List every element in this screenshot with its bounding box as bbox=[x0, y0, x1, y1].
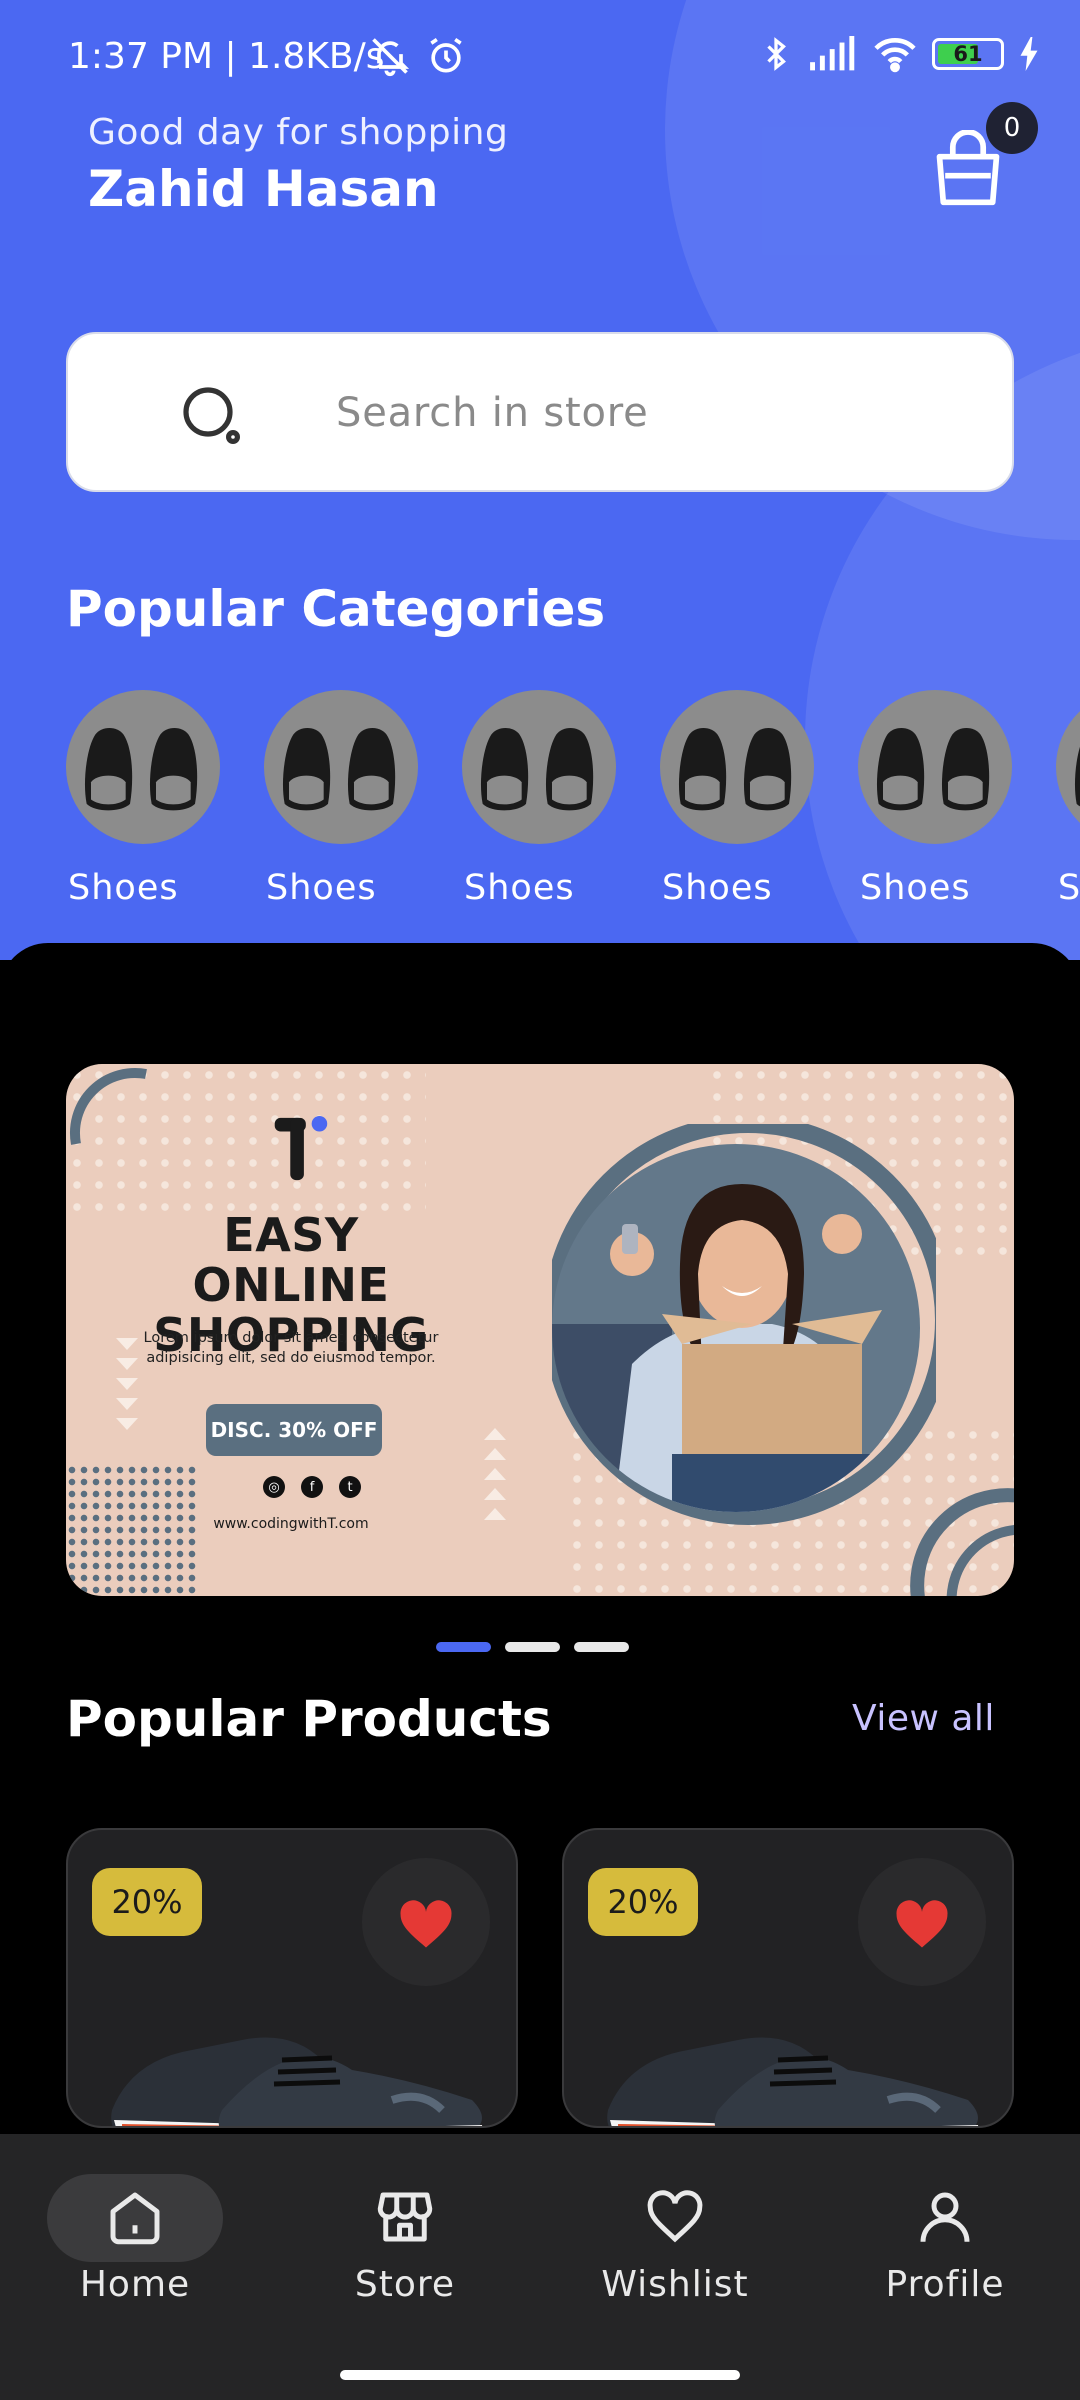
search-icon bbox=[183, 387, 240, 444]
product-card[interactable]: 20% bbox=[66, 1828, 518, 2128]
home-indicator-bar[interactable] bbox=[340, 2370, 740, 2380]
user-name: Zahid Hasan bbox=[88, 160, 439, 218]
category-item[interactable]: Shoes bbox=[66, 690, 226, 920]
banner-discount-button[interactable]: DISC. 30% OFF bbox=[206, 1404, 382, 1456]
product-card[interactable]: 20% bbox=[562, 1828, 1014, 2128]
status-bar: 1:37 PM | 1.8KB/s 61 bbox=[0, 0, 1080, 118]
category-item[interactable]: Shoes bbox=[858, 690, 1018, 920]
page-indicator[interactable] bbox=[505, 1642, 560, 1652]
cart-count-badge: 0 bbox=[986, 102, 1038, 154]
nav-wishlist[interactable]: Wishlist bbox=[565, 2184, 785, 2334]
banner-url: www.codingwithT.com bbox=[213, 1516, 369, 1532]
wifi-icon bbox=[874, 38, 916, 73]
category-item[interactable]: Shoes bbox=[264, 690, 424, 920]
decorative-arc bbox=[66, 1064, 147, 1145]
signal-icon bbox=[810, 36, 855, 71]
view-all-link[interactable]: View all bbox=[852, 1698, 995, 1739]
sneaker-image bbox=[607, 2037, 979, 2126]
nav-label: Wishlist bbox=[601, 2264, 749, 2305]
promo-banner[interactable]: EASY ONLINE SHOPPING Lorem ipsum dolor s… bbox=[66, 1064, 1014, 1596]
social-links: ◎ f t bbox=[263, 1476, 361, 1498]
products-title: Popular Products bbox=[66, 1690, 552, 1748]
shopping-woman-image bbox=[552, 1124, 936, 1525]
search-bar[interactable]: Search in store bbox=[66, 332, 1014, 492]
status-time: 1:37 PM | 1.8KB/s bbox=[68, 36, 385, 77]
category-label: Shoes bbox=[860, 868, 971, 908]
decorative-arrows bbox=[116, 1338, 138, 1430]
charging-bolt-icon bbox=[1020, 37, 1038, 71]
heart-filled-icon bbox=[400, 1900, 452, 1948]
user-icon bbox=[920, 2192, 970, 2242]
shoes-icon bbox=[1075, 746, 1080, 807]
heart-filled-icon bbox=[896, 1900, 948, 1948]
brand-logo bbox=[274, 1115, 328, 1181]
nav-store[interactable]: Store bbox=[295, 2184, 515, 2334]
nav-home[interactable]: Home bbox=[25, 2184, 245, 2334]
nav-profile[interactable]: Profile bbox=[835, 2184, 1055, 2334]
twitter-icon[interactable]: t bbox=[339, 1476, 361, 1498]
store-icon bbox=[377, 2192, 433, 2242]
category-item[interactable]: Shoes bbox=[660, 690, 820, 920]
bluetooth-icon bbox=[767, 37, 786, 71]
category-item[interactable]: Shoes bbox=[1056, 690, 1080, 920]
category-item[interactable]: Shoes bbox=[462, 690, 622, 920]
categories-title: Popular Categories bbox=[66, 580, 606, 638]
alarm-icon bbox=[430, 37, 462, 73]
category-label: Shoes bbox=[1058, 868, 1080, 908]
banner-description: Lorem ipsum dolor sit amet, consectetur … bbox=[143, 1330, 439, 1366]
shoes-icon bbox=[678, 728, 792, 811]
category-label: Shoes bbox=[464, 868, 575, 908]
page-indicator[interactable] bbox=[574, 1642, 629, 1652]
muted-bell-icon bbox=[372, 38, 410, 77]
sneaker-image bbox=[111, 2037, 483, 2126]
greeting-text: Good day for shopping bbox=[88, 112, 509, 153]
nav-label: Home bbox=[79, 2264, 191, 2305]
category-label: Shoes bbox=[68, 868, 179, 908]
category-label: Shoes bbox=[266, 868, 377, 908]
category-label: Shoes bbox=[662, 868, 773, 908]
discount-badge: 20% bbox=[588, 1868, 698, 1936]
banner-pagination bbox=[436, 1642, 629, 1652]
nav-label: Profile bbox=[885, 2264, 1005, 2305]
home-icon bbox=[110, 2192, 160, 2245]
shoes-icon bbox=[876, 728, 990, 811]
heart-icon bbox=[647, 2190, 703, 2243]
instagram-icon[interactable]: ◎ bbox=[263, 1476, 285, 1498]
shoes-icon bbox=[480, 728, 594, 811]
facebook-icon[interactable]: f bbox=[301, 1476, 323, 1498]
discount-badge: 20% bbox=[92, 1868, 202, 1936]
shoes-icon bbox=[282, 728, 396, 811]
search-input[interactable]: Search in store bbox=[336, 390, 649, 436]
shoes-icon bbox=[84, 728, 198, 811]
nav-label: Store bbox=[354, 2264, 456, 2305]
page-indicator-active[interactable] bbox=[436, 1642, 491, 1652]
decorative-arrows bbox=[484, 1428, 506, 1520]
header-section: 1:37 PM | 1.8KB/s 61 Good day for shoppi… bbox=[0, 0, 1080, 960]
battery-indicator: 61 bbox=[932, 38, 1004, 70]
